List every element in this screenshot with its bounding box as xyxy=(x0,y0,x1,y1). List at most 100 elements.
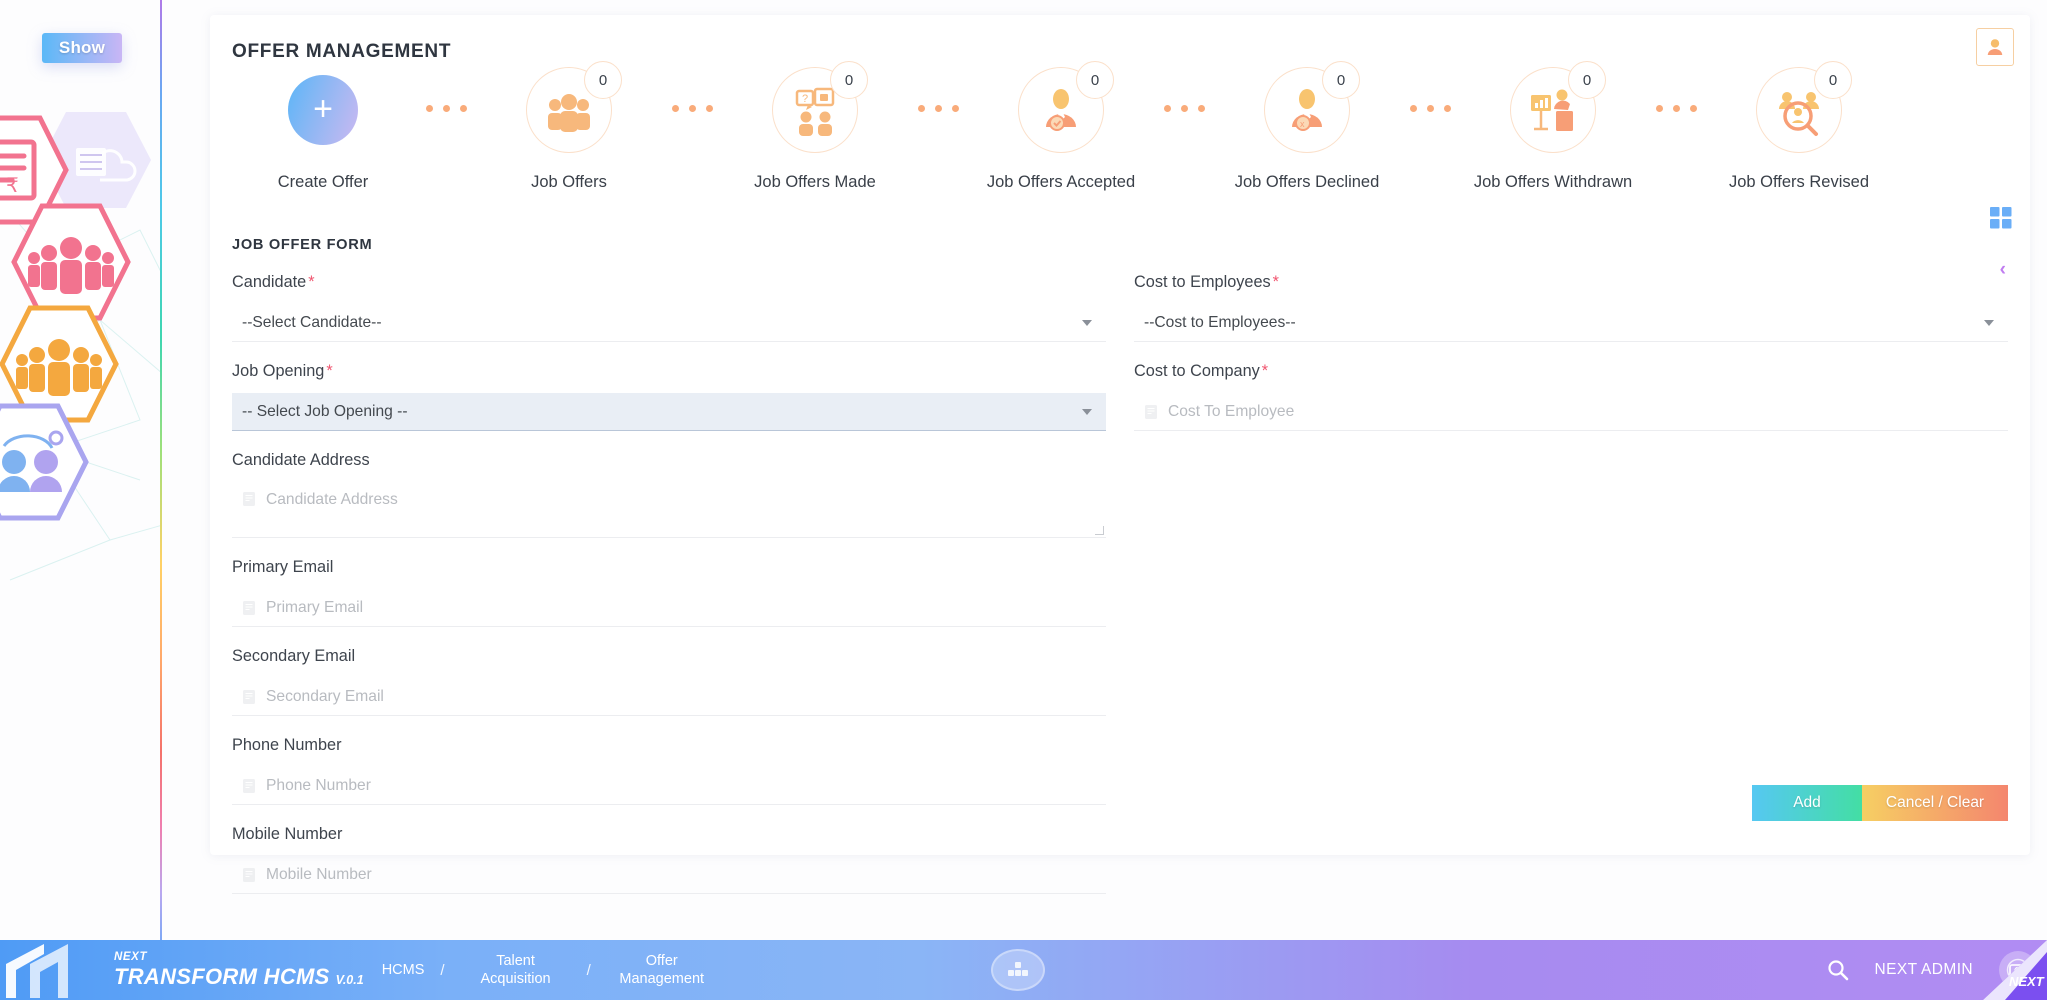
step-count-badge: 0 xyxy=(1076,61,1114,99)
step-connector-dots xyxy=(660,105,724,112)
form-left-column: Candidate* --Select Candidate-- Job Open… xyxy=(232,273,1106,914)
cost-to-company-input[interactable]: Cost To Employee xyxy=(1134,393,2008,431)
job-offer-form: Candidate* --Select Candidate-- Job Open… xyxy=(232,273,2008,914)
step-icon-wrap: x 0 xyxy=(1264,67,1350,153)
step-job-offers-revised[interactable]: 0 Job Offers Revised xyxy=(1708,67,1890,192)
step-label: Create Offer xyxy=(278,173,368,192)
svg-text:?: ? xyxy=(802,93,808,105)
step-count-badge: 0 xyxy=(1322,61,1360,99)
required-mark: * xyxy=(1262,362,1268,380)
required-mark: * xyxy=(308,273,314,291)
step-icon-wrap: ? 0 xyxy=(772,67,858,153)
svg-text:x: x xyxy=(1300,119,1305,129)
step-job-offers-withdrawn[interactable]: 0 Job Offers Withdrawn xyxy=(1462,67,1644,192)
document-icon xyxy=(242,600,257,616)
document-icon xyxy=(242,689,257,705)
step-icon-wrap: + xyxy=(280,67,366,153)
breadcrumb: HCMS / Talent Acquisition / Offer Manage… xyxy=(382,952,717,988)
candidate-select[interactable]: --Select Candidate-- xyxy=(232,304,1106,342)
input-placeholder: Phone Number xyxy=(266,777,371,795)
step-label: Job Offers Accepted xyxy=(987,173,1135,192)
brand-big-label: TRANSFORM HCMS xyxy=(114,966,330,988)
cost-to-employees-select[interactable]: --Cost to Employees-- xyxy=(1134,304,2008,342)
mobile-number-input[interactable]: Mobile Number xyxy=(232,856,1106,894)
add-button[interactable]: Add xyxy=(1752,785,1862,821)
step-icon-wrap: 0 xyxy=(1510,67,1596,153)
field-cost-to-company: Cost to Company* Cost To Employee xyxy=(1134,362,2008,431)
step-count-badge: 0 xyxy=(1568,61,1606,99)
step-connector-dots xyxy=(906,105,970,112)
label-text: Job Opening xyxy=(232,362,324,380)
label-text: Cost to Company xyxy=(1134,362,1260,380)
document-icon xyxy=(242,867,257,883)
field-candidate: Candidate* --Select Candidate-- xyxy=(232,273,1106,342)
breadcrumb-item-talent-acquisition[interactable]: Talent Acquisition xyxy=(461,952,571,988)
field-secondary-email: Secondary Email Secondary Email xyxy=(232,647,1106,716)
blocks-icon[interactable] xyxy=(991,949,1045,991)
resize-handle[interactable] xyxy=(1095,526,1104,535)
field-label: Phone Number xyxy=(232,736,1106,755)
job-opening-select[interactable]: -- Select Job Opening -- xyxy=(232,393,1106,431)
input-placeholder: Mobile Number xyxy=(266,866,372,884)
blocks-glyph xyxy=(1007,961,1029,979)
step-job-offers-accepted[interactable]: 0 Job Offers Accepted xyxy=(970,67,1152,192)
step-job-offers[interactable]: 0 Job Offers xyxy=(478,67,660,192)
user-icon[interactable] xyxy=(1976,28,2014,66)
brand-text: NEXT TRANSFORM HCMS V.0.1 xyxy=(114,952,364,989)
step-icon-wrap: 0 xyxy=(1018,67,1104,153)
label-text: Candidate xyxy=(232,273,306,291)
chevron-down-icon xyxy=(1082,320,1092,326)
admin-name-label: NEXT ADMIN xyxy=(1875,961,1973,979)
document-icon xyxy=(242,778,257,794)
breadcrumb-separator: / xyxy=(587,962,591,979)
step-job-offers-declined[interactable]: x 0 Job Offers Declined xyxy=(1216,67,1398,192)
select-value: --Select Candidate-- xyxy=(242,314,382,332)
offer-management-card: OFFER MANAGEMENT + Create Offer xyxy=(210,15,2030,855)
grid-view-icon[interactable] xyxy=(1990,207,2012,229)
chevron-down-icon xyxy=(1984,320,1994,326)
primary-email-input[interactable]: Primary Email xyxy=(232,589,1106,627)
breadcrumb-separator: / xyxy=(440,962,444,979)
document-icon xyxy=(1144,404,1159,420)
form-title: JOB OFFER FORM xyxy=(232,237,372,253)
breadcrumb-item-hcms[interactable]: HCMS xyxy=(382,961,425,979)
app-root: ₹ xyxy=(0,0,2047,1000)
candidate-address-textarea[interactable]: Candidate Address xyxy=(232,482,1106,538)
cancel-clear-button[interactable]: Cancel / Clear xyxy=(1862,785,2008,821)
step-connector-dots xyxy=(1644,105,1708,112)
corner-ribbon-label: NEXT xyxy=(2009,974,2045,989)
step-label: Job Offers xyxy=(531,173,607,192)
step-job-offers-made[interactable]: ? 0 Job Offers Made xyxy=(724,67,906,192)
select-value: --Cost to Employees-- xyxy=(1144,314,1296,332)
field-label: Mobile Number xyxy=(232,825,1106,844)
field-label: Candidate Address xyxy=(232,451,1106,470)
field-job-opening: Job Opening* -- Select Job Opening -- xyxy=(232,362,1106,431)
required-mark: * xyxy=(1273,273,1279,291)
field-mobile-number: Mobile Number Mobile Number xyxy=(232,825,1106,894)
step-label: Job Offers Made xyxy=(754,173,876,192)
step-count-badge: 0 xyxy=(1814,61,1852,99)
field-candidate-address: Candidate Address Candidate Address xyxy=(232,451,1106,538)
search-icon[interactable] xyxy=(1827,959,1849,981)
step-create-offer[interactable]: + Create Offer xyxy=(232,67,414,192)
field-label: Candidate* xyxy=(232,273,1106,292)
label-text: Cost to Employees xyxy=(1134,273,1271,291)
input-placeholder: Secondary Email xyxy=(266,688,384,706)
secondary-email-input[interactable]: Secondary Email xyxy=(232,678,1106,716)
footer-bar: NEXT TRANSFORM HCMS V.0.1 HCMS / Talent … xyxy=(0,940,2047,1000)
breadcrumb-item-offer-management[interactable]: Offer Management xyxy=(607,952,717,988)
form-actions: Add Cancel / Clear xyxy=(1752,785,2008,821)
field-label: Secondary Email xyxy=(232,647,1106,666)
chevron-down-icon xyxy=(1082,409,1092,415)
show-sidebar-button[interactable]: Show xyxy=(42,33,122,63)
field-phone-number: Phone Number Phone Number xyxy=(232,736,1106,805)
step-label: Job Offers Revised xyxy=(1729,173,1869,192)
step-icon-wrap: 0 xyxy=(1756,67,1842,153)
field-cost-to-employees: Cost to Employees* --Cost to Employees-- xyxy=(1134,273,2008,342)
phone-number-input[interactable]: Phone Number xyxy=(232,767,1106,805)
brand-version: V.0.1 xyxy=(336,974,364,987)
field-label: Job Opening* xyxy=(232,362,1106,381)
offer-stepper: + Create Offer 0 Job xyxy=(232,67,2008,217)
step-label: Job Offers Declined xyxy=(1235,173,1380,192)
step-connector-dots xyxy=(1152,105,1216,112)
